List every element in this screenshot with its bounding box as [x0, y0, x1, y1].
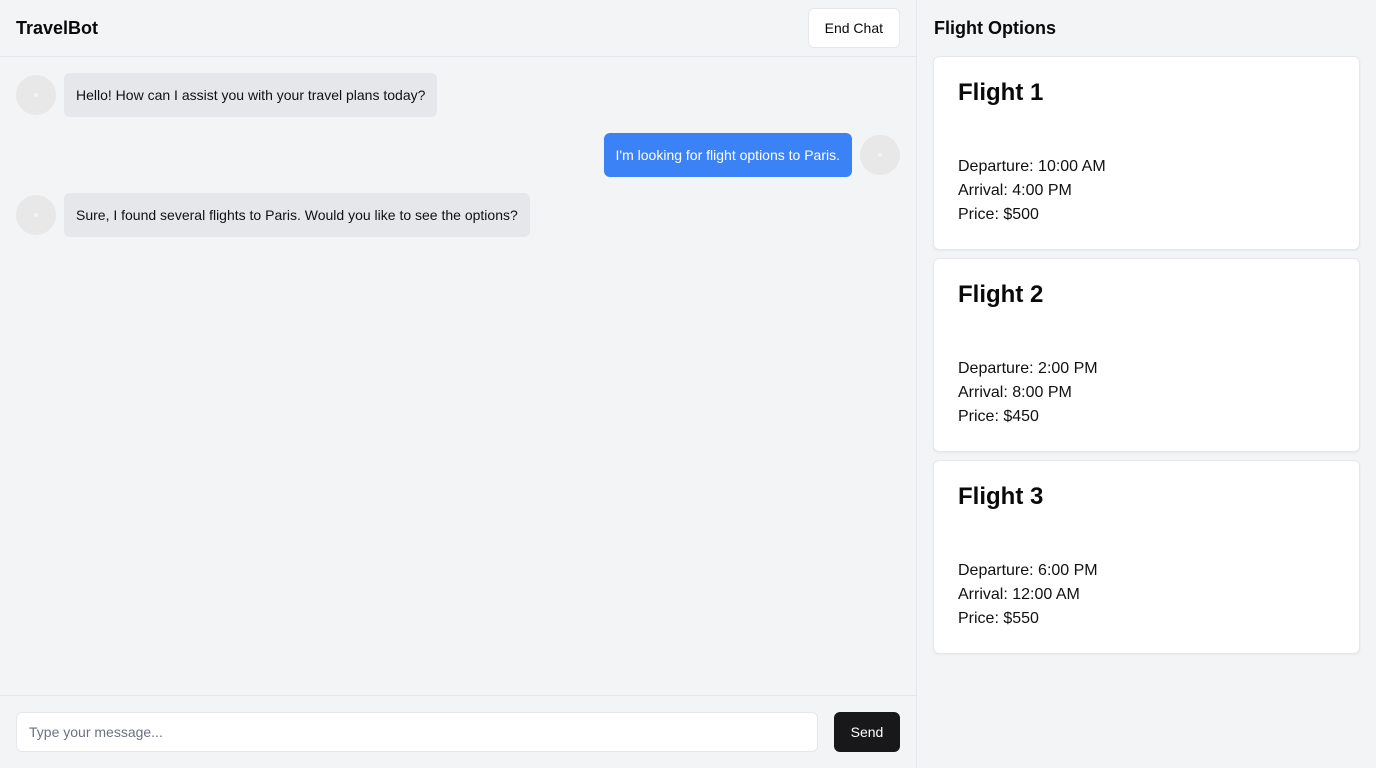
message-row-bot: Sure, I found several flights to Paris. … — [16, 193, 900, 237]
end-chat-button[interactable]: End Chat — [807, 8, 900, 48]
user-avatar — [860, 135, 900, 175]
message-input[interactable] — [16, 712, 818, 752]
message-row-user: I'm looking for flight options to Paris. — [16, 133, 900, 177]
avatar-dot-icon — [34, 93, 38, 97]
chat-header: TravelBot End Chat — [0, 0, 916, 57]
flight-arrival: Arrival: 12:00 AM — [958, 586, 1080, 603]
app-root: TravelBot End Chat Hello! How can I assi… — [0, 0, 1376, 768]
app-title: TravelBot — [16, 17, 99, 38]
flight-name: Flight 2 — [958, 281, 1044, 308]
avatar-dot-icon — [878, 153, 882, 157]
flight-name: Flight 1 — [958, 79, 1044, 106]
send-button[interactable]: Send — [834, 712, 900, 752]
flight-card[interactable]: Flight 2 Departure: 2:00 PM Arrival: 8:0… — [933, 258, 1360, 452]
bot-avatar — [16, 195, 56, 235]
bot-message-bubble: Hello! How can I assist you with your tr… — [64, 73, 438, 117]
flight-departure: Departure: 10:00 AM — [958, 158, 1106, 175]
flight-departure: Departure: 6:00 PM — [958, 562, 1098, 579]
bot-message-bubble: Sure, I found several flights to Paris. … — [64, 193, 530, 237]
flight-price: Price: $450 — [958, 408, 1039, 425]
flight-card[interactable]: Flight 1 Departure: 10:00 AM Arrival: 4:… — [933, 56, 1360, 250]
flight-name: Flight 3 — [958, 483, 1044, 510]
avatar-dot-icon — [34, 213, 38, 217]
flight-price: Price: $500 — [958, 206, 1039, 223]
user-message-bubble: I'm looking for flight options to Paris. — [603, 133, 852, 177]
flight-price: Price: $550 — [958, 610, 1039, 627]
message-composer: Send — [0, 695, 916, 768]
chat-panel: TravelBot End Chat Hello! How can I assi… — [0, 0, 917, 768]
flight-departure: Departure: 2:00 PM — [958, 360, 1098, 377]
flight-card[interactable]: Flight 3 Departure: 6:00 PM Arrival: 12:… — [933, 460, 1360, 654]
bot-avatar — [16, 75, 56, 115]
flight-arrival: Arrival: 4:00 PM — [958, 182, 1072, 199]
flight-arrival: Arrival: 8:00 PM — [958, 384, 1072, 401]
message-row-bot: Hello! How can I assist you with your tr… — [16, 73, 900, 117]
flight-options-title: Flight Options — [934, 18, 1056, 38]
flight-options-panel: Flight Options Flight 1 Departure: 10:00… — [917, 0, 1376, 768]
message-list: Hello! How can I assist you with your tr… — [0, 57, 916, 237]
